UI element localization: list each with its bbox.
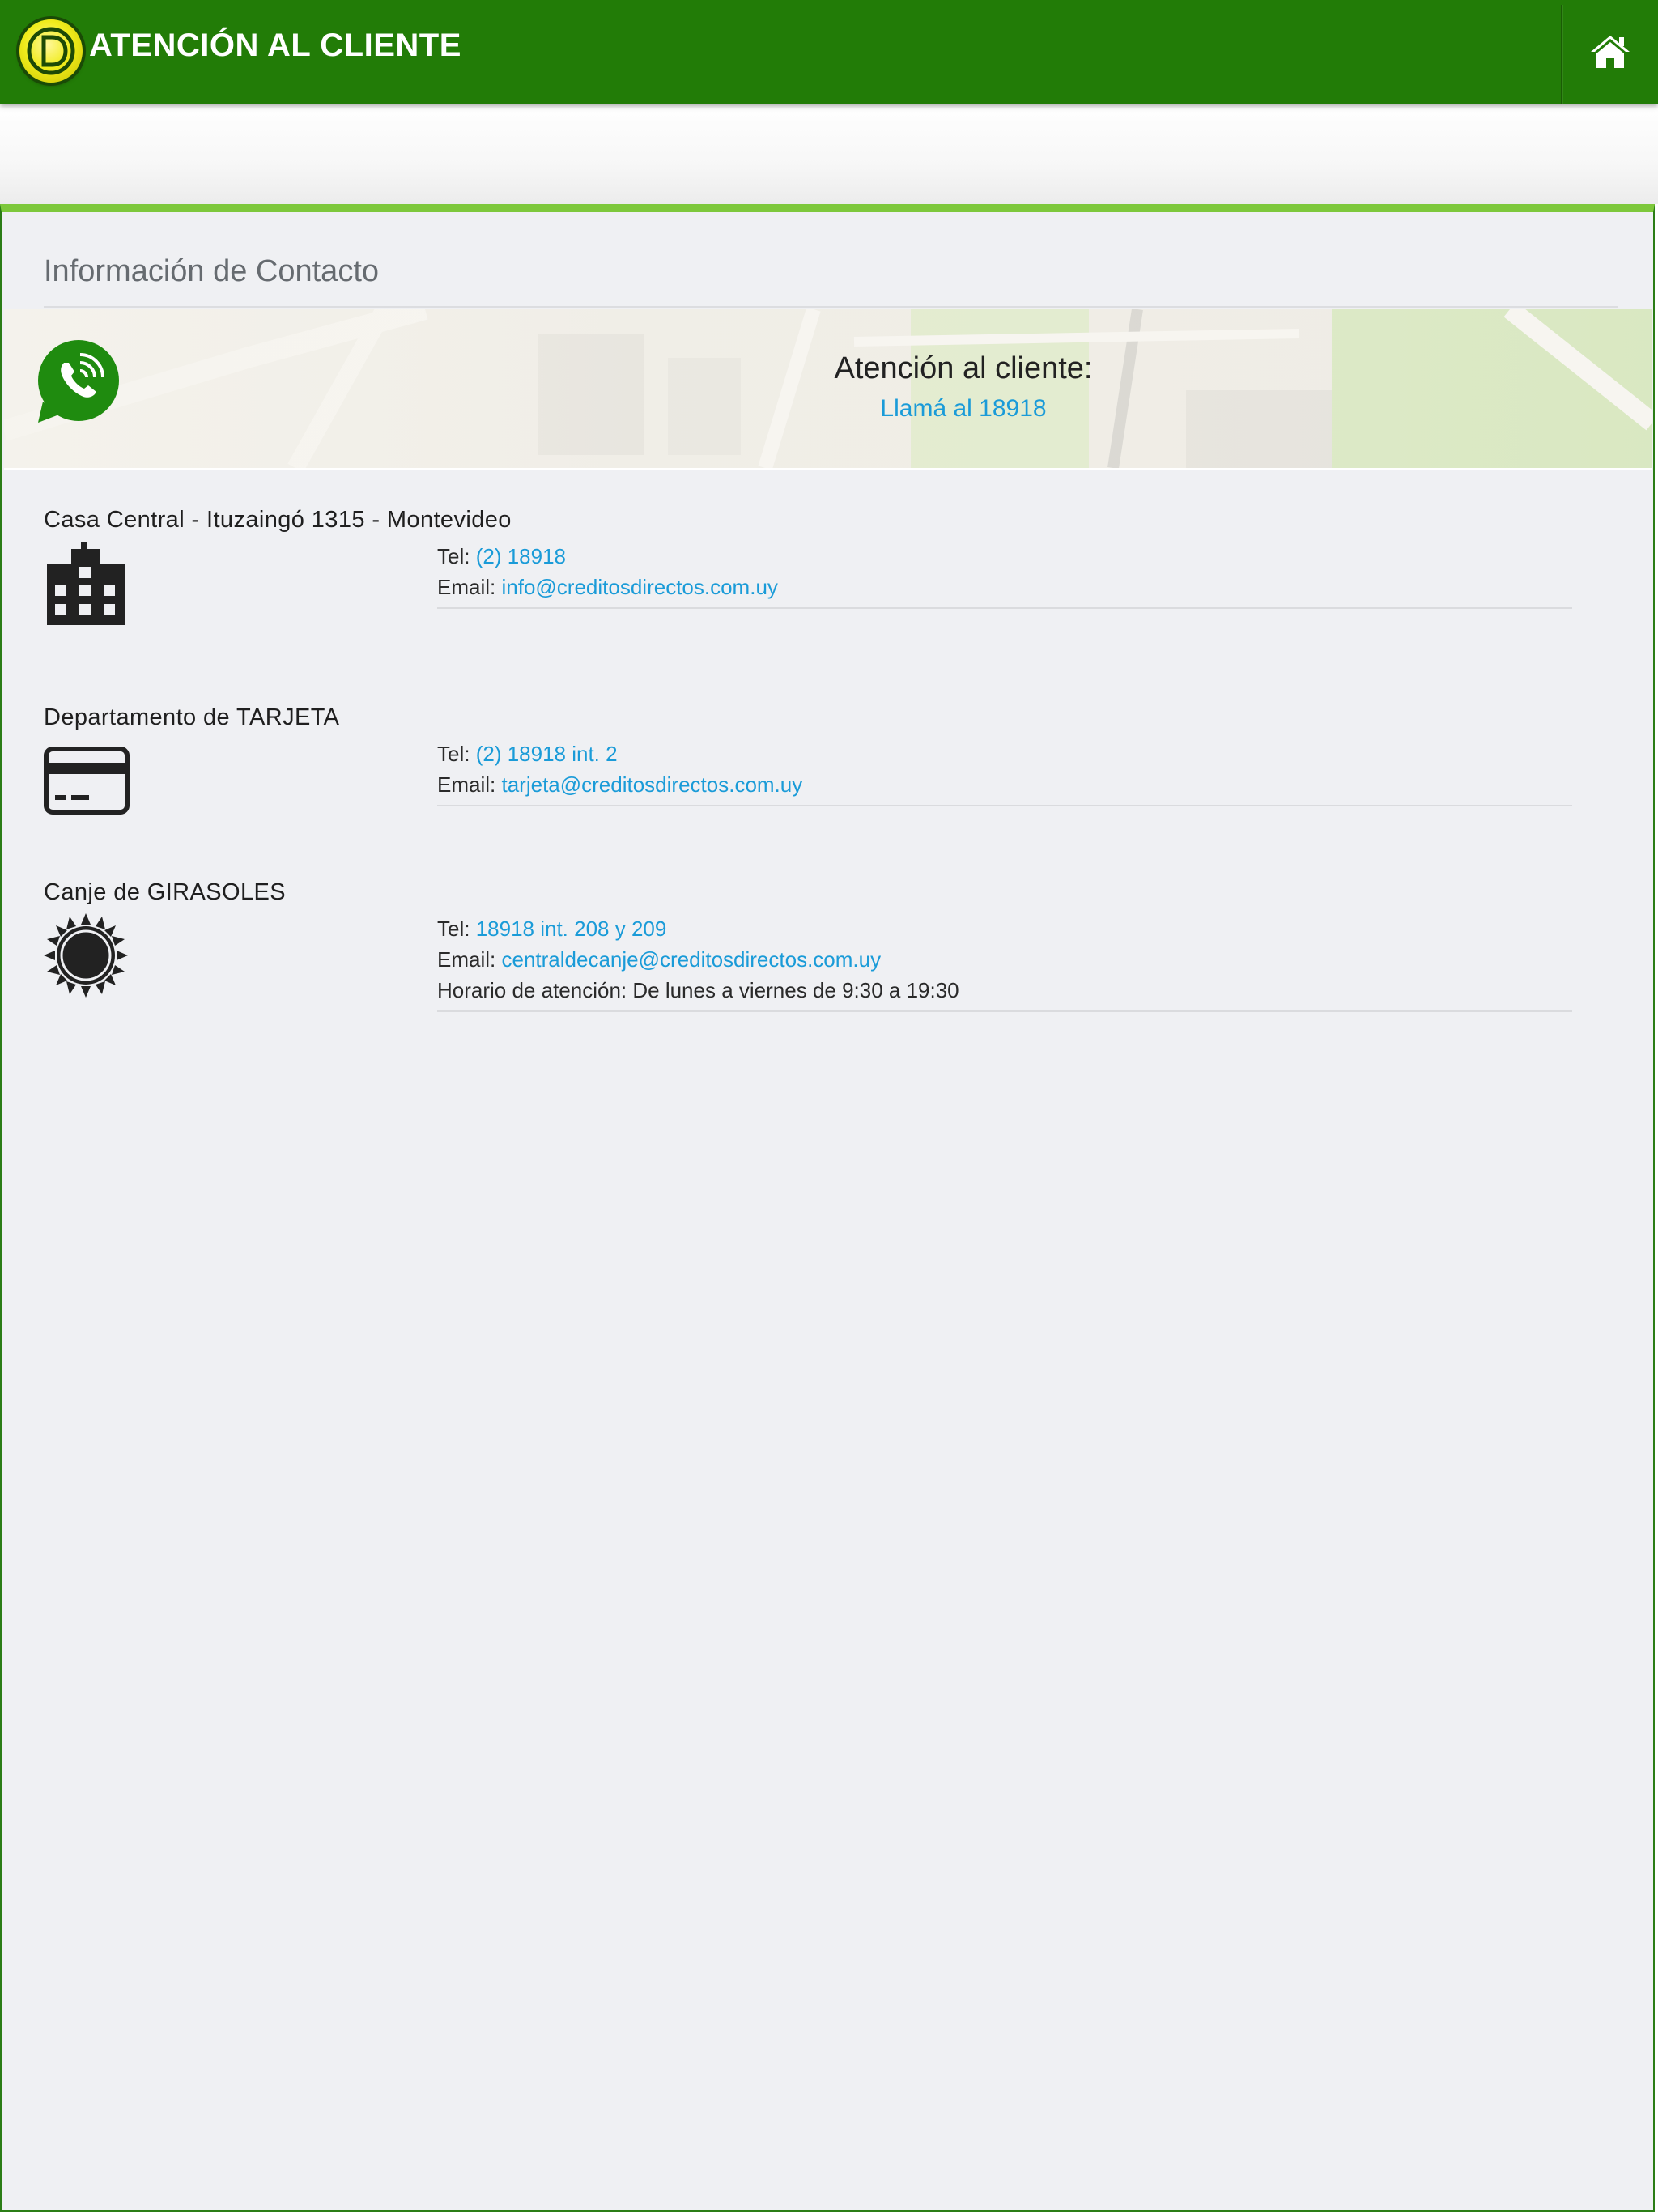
home-button[interactable] xyxy=(1562,0,1658,104)
sunflower-icon xyxy=(44,913,128,998)
tarjeta-info: Tel: (2) 18918 int. 2 Email: tarjeta@cre… xyxy=(437,738,1572,806)
tel-row: Tel: (2) 18918 int. 2 xyxy=(437,738,1572,769)
credit-card-icon xyxy=(44,747,130,815)
email-link[interactable]: centraldecanje@creditosdirectos.com.uy xyxy=(501,947,881,972)
section-heading: Información de Contacto xyxy=(44,254,380,288)
app-header: ATENCIÓN AL CLIENTE xyxy=(0,0,1658,104)
page-title: ATENCIÓN AL CLIENTE xyxy=(89,28,461,63)
phone-link[interactable]: 18918 int. 208 y 209 xyxy=(476,917,667,941)
email-label: Email: xyxy=(437,575,496,599)
banner-overlay xyxy=(4,309,1652,468)
call-link[interactable]: Llamá al 18918 xyxy=(4,395,1652,423)
logo-emblem-icon xyxy=(27,27,75,75)
heading-divider xyxy=(44,306,1618,308)
phone-link[interactable]: (2) 18918 xyxy=(476,544,566,568)
girasoles-title: Canje de GIRASOLES xyxy=(44,879,286,905)
girasoles-info: Tel: 18918 int. 208 y 209 Email: central… xyxy=(437,913,1572,1012)
banner-heading: Atención al cliente: xyxy=(834,351,1093,385)
tel-row: Tel: 18918 int. 208 y 209 xyxy=(437,913,1572,944)
email-row: Email: centraldecanje@creditosdirectos.c… xyxy=(437,944,1572,975)
casa-central-info: Tel: (2) 18918 Email: info@creditosdirec… xyxy=(437,541,1572,609)
home-icon xyxy=(1591,36,1630,68)
email-row: Email: info@creditosdirectos.com.uy xyxy=(437,572,1572,602)
tel-label: Tel: xyxy=(437,917,470,941)
toolbar-band xyxy=(0,104,1658,204)
tarjeta-title: Departamento de TARJETA xyxy=(44,704,340,730)
casa-central-title: Casa Central - Ituzaingó 1315 - Montevid… xyxy=(44,507,512,533)
tel-label: Tel: xyxy=(437,742,470,766)
tel-row: Tel: (2) 18918 xyxy=(437,541,1572,572)
email-row: Email: tarjeta@creditosdirectos.com.uy xyxy=(437,769,1572,800)
building-icon xyxy=(47,542,125,625)
email-label: Email: xyxy=(437,947,496,972)
email-label: Email: xyxy=(437,772,496,797)
phone-link[interactable]: (2) 18918 int. 2 xyxy=(476,742,618,766)
email-link[interactable]: info@creditosdirectos.com.uy xyxy=(501,575,777,599)
tel-label: Tel: xyxy=(437,544,470,568)
hours-text: Horario de atención: De lunes a viernes … xyxy=(437,978,959,1002)
email-link[interactable]: tarjeta@creditosdirectos.com.uy xyxy=(501,772,802,797)
contact-panel: Información de Contacto Atención al clie… xyxy=(0,204,1655,2212)
brand-logo xyxy=(19,19,83,83)
customer-service-banner[interactable]: Atención al cliente: Llamá al 18918 xyxy=(4,309,1652,470)
